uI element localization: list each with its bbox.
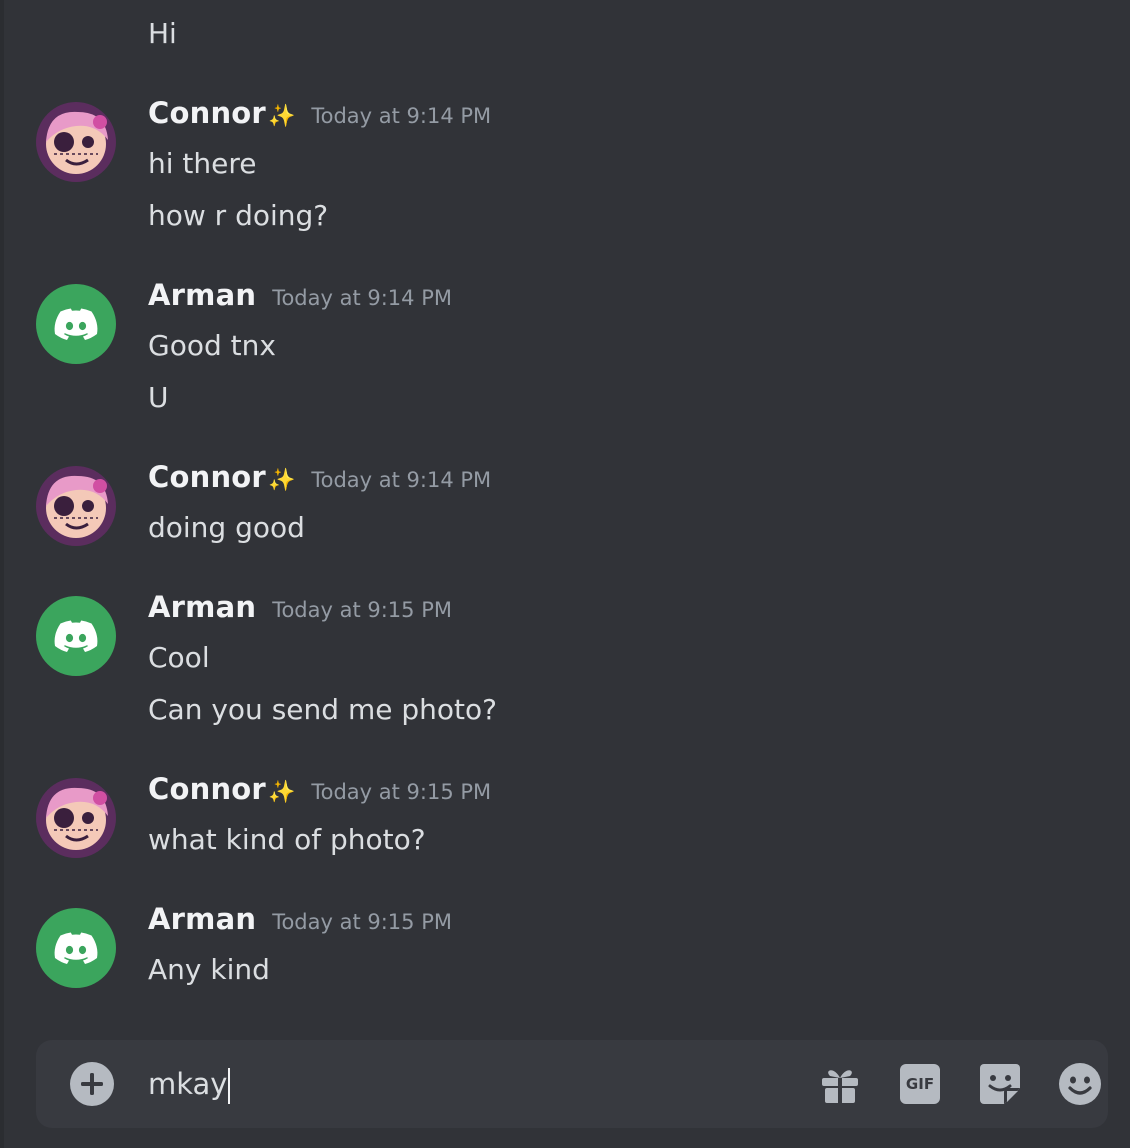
message-input-value: mkay xyxy=(148,1067,228,1101)
avatar[interactable] xyxy=(36,778,116,858)
message-text: hi there xyxy=(148,147,257,180)
message-header: Connor ✨ Today at 9:14 PM xyxy=(148,96,491,130)
attach-button[interactable] xyxy=(70,1062,114,1106)
gift-icon xyxy=(822,1070,858,1103)
message-text: Cool xyxy=(148,641,210,674)
message-header: Connor ✨ Today at 9:14 PM xyxy=(148,460,491,494)
username[interactable]: Arman xyxy=(148,278,256,312)
avatar[interactable] xyxy=(36,596,116,676)
message-header: Arman Today at 9:14 PM xyxy=(148,278,452,312)
sticker-icon xyxy=(980,1064,1020,1104)
message-text: U xyxy=(148,381,169,414)
timestamp: Today at 9:15 PM xyxy=(272,598,452,622)
sparkles-badge: ✨ xyxy=(267,468,296,493)
avatar[interactable] xyxy=(36,908,116,988)
connor-avatar-icon xyxy=(36,778,116,858)
left-edge xyxy=(0,0,4,1148)
message-header: Arman Today at 9:15 PM xyxy=(148,902,452,936)
text-caret xyxy=(228,1068,231,1104)
message-text: what kind of photo? xyxy=(148,823,426,856)
sparkles-badge: ✨ xyxy=(267,104,296,129)
gif-button[interactable]: GIF xyxy=(898,1062,942,1106)
avatar[interactable] xyxy=(36,466,116,546)
discord-logo-icon xyxy=(54,308,98,340)
gif-label: GIF xyxy=(905,1075,935,1093)
message-text: Any kind xyxy=(148,953,270,986)
avatar[interactable] xyxy=(36,284,116,364)
username[interactable]: Arman xyxy=(148,902,256,936)
message-header: Connor ✨ Today at 9:15 PM xyxy=(148,772,491,806)
timestamp: Today at 9:14 PM xyxy=(311,468,492,492)
discord-logo-icon xyxy=(54,620,98,652)
connor-avatar-icon xyxy=(36,102,116,182)
timestamp: Today at 9:15 PM xyxy=(272,910,452,934)
previous-message: Hi xyxy=(148,17,177,50)
chat-window: Hi Connor ✨ Today at 9:14 PM hi there ho… xyxy=(0,0,1130,1148)
connor-avatar-icon xyxy=(36,466,116,546)
avatar[interactable] xyxy=(36,102,116,182)
username[interactable]: Arman xyxy=(148,590,256,624)
discord-logo-icon xyxy=(54,932,98,964)
message-input[interactable]: mkay xyxy=(148,1064,231,1104)
message-text: doing good xyxy=(148,511,305,544)
username[interactable]: Connor xyxy=(148,96,266,130)
message-text: Good tnx xyxy=(148,329,276,362)
emoji-icon xyxy=(1059,1063,1101,1105)
sticker-button[interactable] xyxy=(978,1062,1022,1106)
username[interactable]: Connor xyxy=(148,460,266,494)
username[interactable]: Connor xyxy=(148,772,266,806)
emoji-button[interactable] xyxy=(1058,1062,1102,1106)
plus-circle-icon xyxy=(81,1073,103,1095)
timestamp: Today at 9:15 PM xyxy=(311,780,492,804)
gift-button[interactable] xyxy=(818,1062,862,1106)
message-text: Can you send me photo? xyxy=(148,693,497,726)
sparkles-badge: ✨ xyxy=(267,780,296,805)
timestamp: Today at 9:14 PM xyxy=(311,104,492,128)
message-composer: mkay GIF xyxy=(36,1040,1108,1128)
message-text: how r doing? xyxy=(148,199,329,232)
timestamp: Today at 9:14 PM xyxy=(272,286,452,310)
message-header: Arman Today at 9:15 PM xyxy=(148,590,452,624)
